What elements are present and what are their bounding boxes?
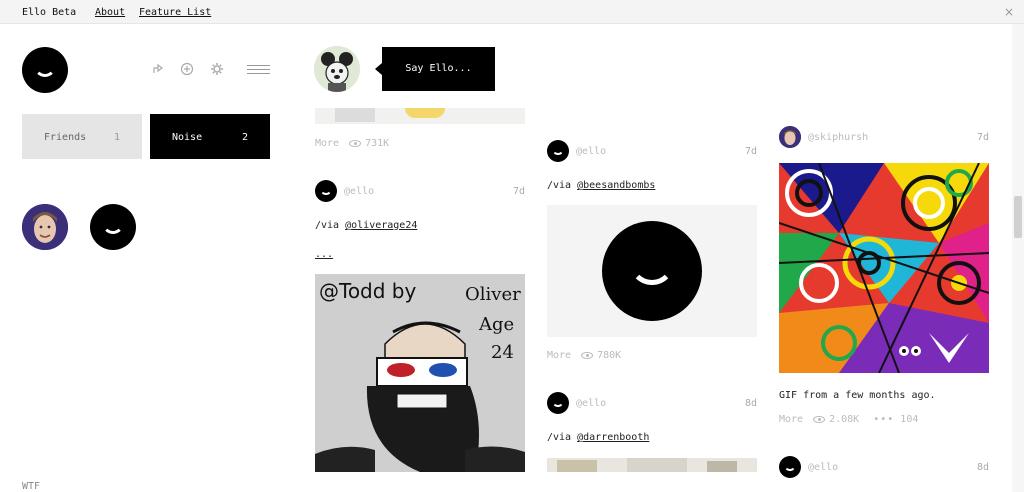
svg-text:Oliver: Oliver	[465, 284, 521, 305]
smile-mark	[102, 212, 124, 234]
svg-text:24: 24	[491, 342, 514, 363]
post-body: /via @darrenbooth	[547, 432, 649, 443]
post-meta: More 2.08K ••• 104	[779, 414, 918, 425]
add-icon[interactable]	[180, 62, 194, 76]
share-icon[interactable]	[151, 62, 165, 76]
close-icon[interactable]: ×	[1004, 5, 1014, 19]
post-author-avatar[interactable]	[547, 392, 569, 414]
wtf-link[interactable]: WTF	[22, 481, 40, 492]
ello-logo[interactable]	[22, 47, 68, 93]
ellipsis-link[interactable]: ...	[315, 249, 333, 260]
post-caption: GIF from a few months ago.	[779, 390, 936, 401]
svg-text:Age: Age	[478, 314, 514, 335]
post-time: 7d	[513, 186, 526, 197]
post-image-drawing[interactable]: @Todd by Oliver Age 24	[315, 274, 525, 472]
mention-link[interactable]: @oliverage24	[345, 220, 417, 231]
menu-icon[interactable]	[247, 65, 270, 75]
post-image-partial[interactable]	[547, 458, 757, 472]
tab-friends[interactable]: Friends 1	[22, 114, 142, 159]
views-count: 731K	[365, 138, 390, 149]
post-author-avatar[interactable]	[779, 456, 801, 478]
via-text: /via	[315, 220, 346, 231]
ello-mark-large	[602, 221, 702, 321]
views-count: 780K	[597, 350, 622, 361]
about-link[interactable]: About	[95, 7, 125, 18]
tab-friends-count: 1	[113, 132, 120, 143]
post-time: 7d	[977, 132, 990, 143]
mention-link[interactable]: @darrenbooth	[577, 432, 649, 443]
post-author-avatar[interactable]	[547, 140, 569, 162]
post-image-top-partial	[315, 108, 525, 124]
tab-noise[interactable]: Noise 2	[150, 114, 270, 159]
top-bar: Ello Beta About Feature List ×	[0, 0, 1024, 24]
drawing-caption-text: @Todd by	[319, 279, 416, 303]
post-time: 8d	[745, 398, 758, 409]
views-icon	[349, 139, 362, 147]
post-username[interactable]: @ello	[344, 186, 374, 197]
post-time: 7d	[745, 146, 758, 157]
post-image-ello-logo[interactable]	[547, 205, 757, 337]
friend-avatar-ello[interactable]	[90, 204, 136, 250]
friend-avatar-1[interactable]	[22, 204, 68, 250]
post-author-avatar[interactable]	[315, 180, 337, 202]
comments-count: 104	[900, 414, 919, 425]
post-username[interactable]: @ello	[808, 462, 838, 473]
feature-list-link[interactable]: Feature List	[139, 7, 211, 18]
tab-friends-label: Friends	[44, 132, 87, 143]
post-username[interactable]: @ello	[576, 398, 606, 409]
smile-mark	[34, 55, 56, 77]
views-count: 2.08K	[829, 414, 860, 425]
more-link[interactable]: More	[547, 350, 571, 361]
via-text: /via	[547, 432, 578, 443]
post-time: 8d	[977, 462, 990, 473]
views-icon	[581, 351, 594, 359]
post-image-psychedelic[interactable]	[779, 163, 989, 373]
post-username[interactable]: @skiphursh	[808, 132, 868, 143]
post-author-avatar[interactable]	[779, 126, 801, 148]
page-scrollbar[interactable]	[1012, 24, 1024, 492]
tab-noise-label: Noise	[172, 132, 203, 143]
post-body: /via @oliverage24	[315, 220, 417, 231]
current-user-avatar[interactable]	[314, 46, 360, 92]
post-meta-top: More 731K	[315, 138, 389, 149]
comments-icon[interactable]: •••	[873, 414, 894, 425]
post-username[interactable]: @ello	[576, 146, 606, 157]
post-body: /via @beesandbombs	[547, 180, 655, 191]
post-meta: More 780K	[547, 350, 621, 361]
settings-icon[interactable]	[210, 62, 224, 76]
mention-link[interactable]: @beesandbombs	[577, 180, 655, 191]
via-text: /via	[547, 180, 578, 191]
brand-label: Ello Beta	[22, 7, 77, 18]
views-icon	[813, 415, 826, 423]
tab-noise-count: 2	[241, 132, 248, 143]
post-ellipsis[interactable]: ...	[315, 249, 333, 260]
more-link[interactable]: More	[315, 138, 339, 149]
say-ello-button[interactable]: Say Ello...	[375, 47, 495, 91]
more-link[interactable]: More	[779, 414, 803, 425]
scrollbar-thumb[interactable]	[1014, 196, 1022, 238]
